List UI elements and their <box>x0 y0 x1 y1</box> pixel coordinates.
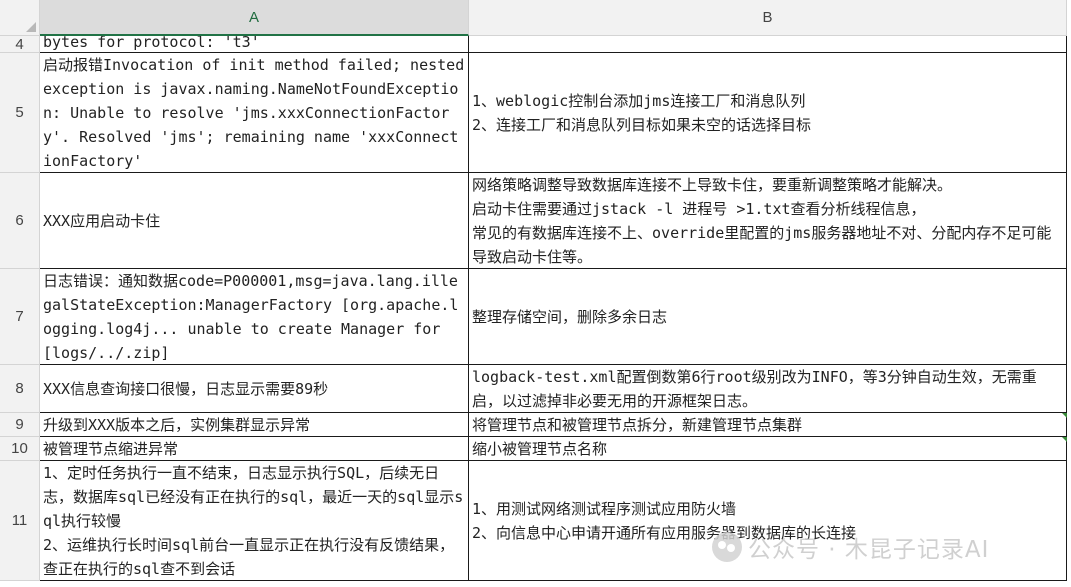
column-header-a[interactable]: A <box>40 0 469 36</box>
row-header-11[interactable]: 11 <box>0 461 40 581</box>
select-all-corner[interactable] <box>0 0 40 36</box>
cell-b10[interactable]: 缩小被管理节点名称 <box>469 437 1067 461</box>
row-header-6[interactable]: 6 <box>0 173 40 269</box>
cell-b9[interactable]: 将管理节点和被管理节点拆分，新建管理节点集群 <box>469 413 1067 437</box>
cell-text: 缩小被管理节点名称 <box>472 439 608 458</box>
cell-b5[interactable]: 1、weblogic控制台添加jms连接工厂和消息队列 2、连接工厂和消息队列目… <box>469 53 1067 173</box>
row-header-10[interactable]: 10 <box>0 437 40 461</box>
cell-a11[interactable]: 1、定时任务执行一直不结束，日志显示执行SQL，后续无日志，数据库sql已经没有… <box>40 461 469 581</box>
cell-a9[interactable]: 升级到XXX版本之后，实例集群显示异常 <box>40 413 469 437</box>
cell-text: 升级到XXX版本之后，实例集群显示异常 <box>43 415 311 434</box>
cell-b4[interactable] <box>469 36 1067 53</box>
row-header-5[interactable]: 5 <box>0 53 40 173</box>
grid-right-edge <box>1067 36 1071 587</box>
cell-text: 1、weblogic控制台添加jms连接工厂和消息队列 2、连接工厂和消息队列目… <box>472 91 812 134</box>
spreadsheet-grid: A B 4 bytes for protocol: 't3' 5 启动报错Inv… <box>0 0 1071 587</box>
cell-b11[interactable]: 1、用测试网络测试程序测试应用防火墙 2、向信息中心申请开通所有应用服务器到数据… <box>469 461 1067 581</box>
select-all-triangle-icon <box>26 22 36 32</box>
cell-text: 1、用测试网络测试程序测试应用防火墙 2、向信息中心申请开通所有应用服务器到数据… <box>472 499 857 542</box>
cell-b8[interactable]: logback-test.xml配置倒数第6行root级别改为INFO，等3分钟… <box>469 365 1067 413</box>
cell-a5[interactable]: 启动报错Invocation of init method failed; ne… <box>40 53 469 173</box>
row-header-8[interactable]: 8 <box>0 365 40 413</box>
column-header-b[interactable]: B <box>469 0 1067 36</box>
cell-a4[interactable]: bytes for protocol: 't3' <box>40 36 469 53</box>
row-header-4[interactable]: 4 <box>0 36 40 53</box>
cell-text: 启动报错Invocation of init method failed; ne… <box>43 55 465 170</box>
row-header-9[interactable]: 9 <box>0 413 40 437</box>
cell-text: 网络策略调整导致数据库连接不上导致卡住，要重新调整策略才能解决。 启动卡住需要通… <box>472 175 1052 266</box>
cell-a6[interactable]: XXX应用启动卡住 <box>40 173 469 269</box>
cell-text: XXX信息查询接口很慢，日志显示需要89秒 <box>43 379 329 398</box>
cell-text: 1、定时任务执行一直不结束，日志显示执行SQL，后续无日志，数据库sql已经没有… <box>43 463 464 578</box>
cell-text: XXX应用启动卡住 <box>43 211 161 230</box>
row-header-7[interactable]: 7 <box>0 269 40 365</box>
cell-a8[interactable]: XXX信息查询接口很慢，日志显示需要89秒 <box>40 365 469 413</box>
cell-text: 将管理节点和被管理节点拆分，新建管理节点集群 <box>472 415 803 434</box>
cell-a10[interactable]: 被管理节点缩进异常 <box>40 437 469 461</box>
cell-b6[interactable]: 网络策略调整导致数据库连接不上导致卡住，要重新调整策略才能解决。 启动卡住需要通… <box>469 173 1067 269</box>
comment-marker-icon <box>1062 413 1067 418</box>
cell-text: 整理存储空间，删除多余日志 <box>472 307 668 326</box>
comment-marker-icon <box>1062 437 1067 442</box>
cell-b7[interactable]: 整理存储空间，删除多余日志 <box>469 269 1067 365</box>
cell-text: logback-test.xml配置倒数第6行root级别改为INFO，等3分钟… <box>472 367 1037 410</box>
cell-text: bytes for protocol: 't3' <box>43 36 260 51</box>
cell-a7[interactable]: 日志错误：通知数据code=P000001,msg=java.lang.ille… <box>40 269 469 365</box>
cell-text: 被管理节点缩进异常 <box>43 439 179 458</box>
cell-text: 日志错误：通知数据code=P000001,msg=java.lang.ille… <box>43 271 459 362</box>
